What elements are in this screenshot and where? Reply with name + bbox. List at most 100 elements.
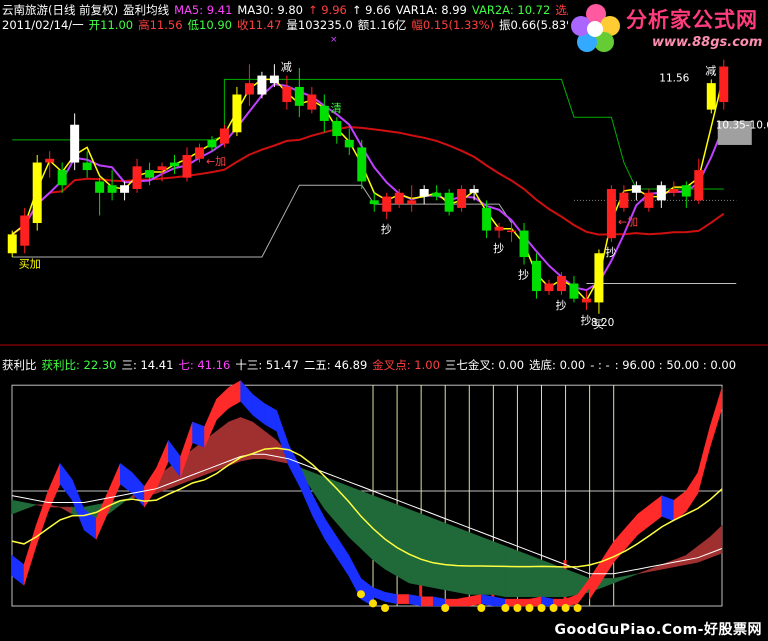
candle xyxy=(631,185,641,193)
bottom-dot xyxy=(356,590,365,599)
candle xyxy=(257,75,267,95)
signal-label: 抄 xyxy=(493,241,504,255)
indicator-field-5: 二五: 46.89 xyxy=(303,358,368,372)
candle xyxy=(507,230,517,233)
profit-band xyxy=(156,440,169,489)
line-13 xyxy=(11,453,723,575)
profit-band xyxy=(83,508,97,540)
profit-band xyxy=(408,594,422,607)
profit-band xyxy=(541,596,554,607)
candle xyxy=(207,139,217,148)
ribbon-segment xyxy=(649,564,663,572)
ribbon-segment xyxy=(276,439,290,464)
ribbon-segment xyxy=(144,476,157,496)
indicator-field-6: 金叉点: 1.00 xyxy=(372,358,440,372)
profit-band xyxy=(192,421,205,448)
ribbon-segment xyxy=(108,499,121,515)
candle xyxy=(444,192,454,212)
ribbon-segment xyxy=(493,541,506,598)
candle xyxy=(182,154,192,178)
ribbon-segment xyxy=(444,522,458,593)
profit-band xyxy=(252,393,265,425)
candle xyxy=(7,234,17,254)
ribbon-segment xyxy=(324,476,338,524)
profit-band xyxy=(601,540,614,582)
ribbon-segment xyxy=(180,449,193,485)
candle xyxy=(544,283,554,292)
ribbon-segment xyxy=(685,545,699,565)
ribbon-segment xyxy=(11,499,25,515)
ribbon-segment xyxy=(396,504,410,584)
profit-band xyxy=(168,439,181,478)
profit-band xyxy=(637,504,651,536)
profit-band xyxy=(673,490,687,522)
candle xyxy=(669,189,679,193)
profit-band xyxy=(457,596,470,607)
candle xyxy=(107,185,117,193)
profit-band xyxy=(613,527,626,563)
profit-band xyxy=(360,577,374,607)
profit-band xyxy=(23,525,37,586)
bottom-dot xyxy=(513,604,522,612)
ribbon-segment xyxy=(601,578,614,588)
ribbon-segment xyxy=(95,502,109,519)
candle xyxy=(319,105,329,121)
ribbon-segment xyxy=(553,564,566,598)
profit-band xyxy=(276,410,290,466)
indicator-field-9: - : - xyxy=(590,358,610,372)
ribbon-segment xyxy=(505,545,518,598)
ribbon-segment xyxy=(288,453,302,474)
ribbon-segment xyxy=(120,495,133,506)
candle xyxy=(70,124,80,163)
ribbon-segment xyxy=(348,486,362,550)
profit-band xyxy=(420,596,434,607)
profit-band xyxy=(336,536,350,577)
ribbon-segment xyxy=(59,506,73,515)
indicator-field-7: 三七金叉: 0.00 xyxy=(444,358,525,372)
bottom-dot xyxy=(477,604,486,612)
cursor-marker: × xyxy=(330,35,338,45)
profit-band xyxy=(372,587,386,602)
candle xyxy=(606,189,616,239)
profit-band xyxy=(120,462,133,494)
ribbon-segment xyxy=(47,504,61,508)
profit-band xyxy=(180,421,193,478)
profit-band xyxy=(384,591,398,605)
candle xyxy=(244,83,254,95)
ribbon-segment xyxy=(300,467,314,492)
profit-band xyxy=(59,462,73,501)
signal-label: 买加 xyxy=(19,257,41,270)
profit-band xyxy=(709,387,723,448)
ribbon-segment xyxy=(216,421,229,471)
profit-band xyxy=(553,598,566,607)
ribbon-segment xyxy=(264,430,277,462)
candle xyxy=(619,192,629,208)
ribbon-segment xyxy=(372,495,386,570)
candle xyxy=(95,181,105,193)
candle xyxy=(432,192,442,197)
price-label: 11.56 xyxy=(659,72,689,84)
candle xyxy=(20,215,30,246)
ribbon-segment xyxy=(709,524,723,559)
profit-band xyxy=(264,403,277,432)
profit-band xyxy=(324,517,338,559)
ribbon-segment xyxy=(565,568,578,598)
profit-band xyxy=(132,471,145,508)
ribbon-segment xyxy=(469,532,482,595)
profit-band xyxy=(11,554,25,586)
candle xyxy=(170,162,180,167)
profit-band xyxy=(348,555,362,600)
ribbon-segment xyxy=(360,490,374,561)
candle xyxy=(132,166,142,189)
ribbon-segment xyxy=(517,550,530,598)
candle xyxy=(457,189,467,208)
profit-band xyxy=(47,463,61,512)
profit-band xyxy=(625,513,639,550)
candle xyxy=(494,226,504,231)
candle xyxy=(519,230,529,258)
profit-band xyxy=(649,495,663,527)
red-bar xyxy=(563,560,567,606)
line-3 xyxy=(11,447,723,568)
ribbon-segment xyxy=(457,527,470,595)
bottom-dot xyxy=(381,604,390,612)
